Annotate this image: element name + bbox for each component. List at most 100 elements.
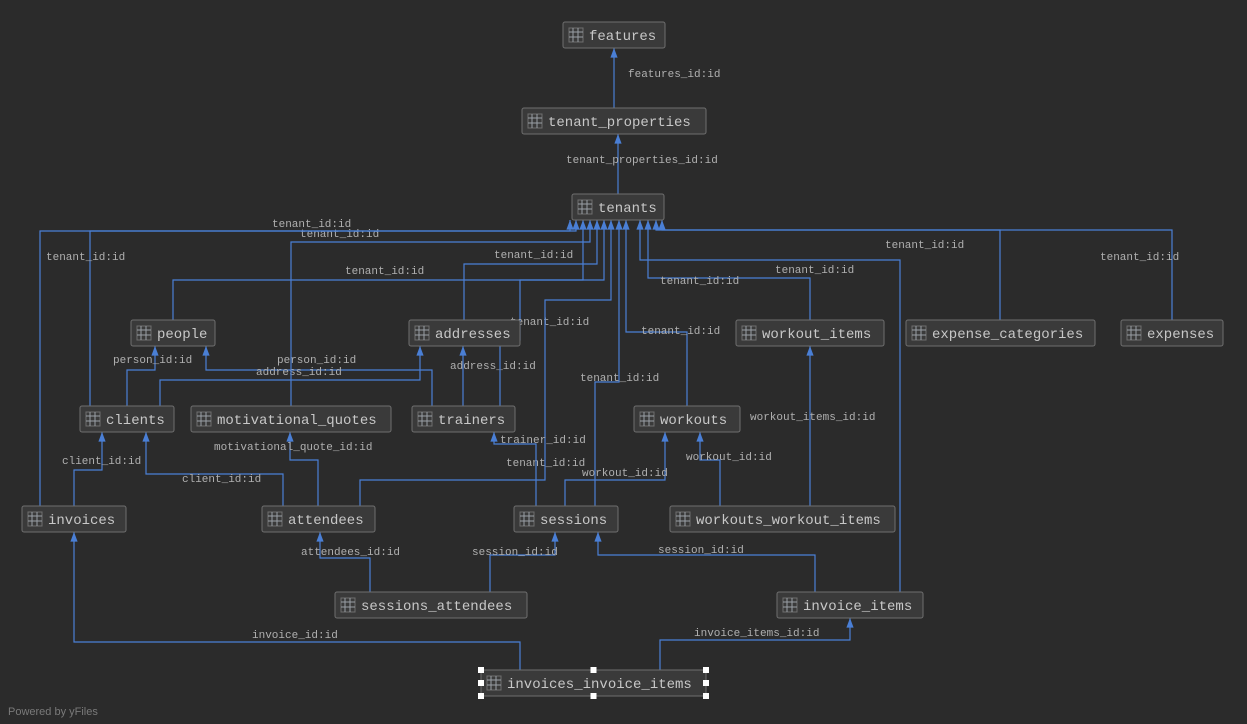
table-node-motivational_quotes[interactable]: motivational_quotes bbox=[191, 406, 391, 432]
table-node-clients[interactable]: clients bbox=[80, 406, 174, 432]
resize-handle[interactable] bbox=[703, 693, 709, 699]
edge bbox=[595, 220, 619, 506]
table-node-invoices_invoice_items[interactable]: invoices_invoice_items bbox=[481, 670, 706, 696]
edge bbox=[74, 432, 102, 506]
arrowhead-icon bbox=[652, 220, 659, 230]
resize-handle[interactable] bbox=[703, 680, 709, 686]
table-icon bbox=[520, 512, 534, 526]
table-label: addresses bbox=[435, 327, 511, 343]
edge-label: invoice_items_id:id bbox=[694, 628, 819, 640]
table-node-sessions[interactable]: sessions bbox=[514, 506, 618, 532]
table-icon bbox=[137, 326, 151, 340]
table-node-invoices[interactable]: invoices bbox=[22, 506, 126, 532]
edge bbox=[464, 220, 597, 320]
table-icon bbox=[268, 512, 282, 526]
table-icon bbox=[640, 412, 654, 426]
arrowhead-icon bbox=[594, 532, 601, 542]
table-node-expenses[interactable]: expenses bbox=[1121, 320, 1223, 346]
table-icon bbox=[86, 412, 100, 426]
edge-label: address_id:id bbox=[256, 367, 342, 379]
arrowhead-icon bbox=[658, 220, 665, 230]
table-icon bbox=[487, 676, 501, 690]
edge-label: client_id:id bbox=[62, 456, 141, 468]
table-node-workout_items[interactable]: workout_items bbox=[736, 320, 884, 346]
diagram-canvas[interactable]: features_id:idtenant_properties_id:idten… bbox=[0, 0, 1247, 724]
edge bbox=[662, 220, 1172, 320]
table-node-trainers[interactable]: trainers bbox=[412, 406, 515, 432]
edge-label: tenant_id:id bbox=[494, 250, 573, 262]
table-label: expense_categories bbox=[932, 327, 1083, 343]
arrowhead-icon bbox=[615, 220, 622, 230]
edge-label: person_id:id bbox=[113, 355, 192, 367]
table-label: people bbox=[157, 327, 207, 343]
edge-label: session_id:id bbox=[658, 545, 744, 557]
table-icon bbox=[418, 412, 432, 426]
edge bbox=[700, 432, 720, 506]
table-label: workouts bbox=[660, 413, 727, 429]
arrowhead-icon bbox=[572, 220, 579, 230]
edge-label: address_id:id bbox=[450, 361, 536, 373]
arrowhead-icon bbox=[202, 346, 209, 356]
table-node-attendees[interactable]: attendees bbox=[262, 506, 375, 532]
edge-label: motivational_quote_id:id bbox=[214, 442, 372, 454]
table-label: attendees bbox=[288, 513, 364, 529]
table-node-addresses[interactable]: addresses bbox=[409, 320, 520, 346]
table-label: sessions_attendees bbox=[361, 599, 512, 615]
resize-handle[interactable] bbox=[591, 667, 597, 673]
arrowhead-icon bbox=[579, 220, 586, 230]
table-icon bbox=[676, 512, 690, 526]
resize-handle[interactable] bbox=[478, 667, 484, 673]
edge-label: tenant_id:id bbox=[641, 326, 720, 338]
resize-handle[interactable] bbox=[703, 667, 709, 673]
resize-handle[interactable] bbox=[478, 693, 484, 699]
table-label: trainers bbox=[438, 413, 505, 429]
edge-label: features_id:id bbox=[628, 69, 720, 81]
table-node-expense_categories[interactable]: expense_categories bbox=[906, 320, 1095, 346]
table-label: tenant_properties bbox=[548, 115, 691, 131]
edge-label: tenant_id:id bbox=[775, 265, 854, 277]
edge bbox=[320, 532, 370, 592]
edge bbox=[490, 532, 555, 592]
arrowhead-icon bbox=[142, 432, 149, 442]
arrowhead-icon bbox=[610, 48, 617, 58]
arrowhead-icon bbox=[696, 432, 703, 442]
edge-label: person_id:id bbox=[277, 355, 356, 367]
edge bbox=[598, 532, 815, 592]
footer-credit: Powered by yFiles bbox=[8, 706, 98, 718]
table-node-sessions_attendees[interactable]: sessions_attendees bbox=[335, 592, 527, 618]
arrowhead-icon bbox=[600, 220, 607, 230]
edge-label: tenant_id:id bbox=[885, 240, 964, 252]
table-node-people[interactable]: people bbox=[131, 320, 215, 346]
table-icon bbox=[1127, 326, 1141, 340]
table-node-features[interactable]: features bbox=[563, 22, 665, 48]
resize-handle[interactable] bbox=[478, 680, 484, 686]
table-icon bbox=[569, 28, 583, 42]
arrowhead-icon bbox=[614, 134, 621, 144]
table-icon bbox=[197, 412, 211, 426]
table-node-tenant_properties[interactable]: tenant_properties bbox=[522, 108, 706, 134]
arrowhead-icon bbox=[636, 220, 643, 230]
edge-label: client_id:id bbox=[182, 474, 261, 486]
table-label: clients bbox=[106, 413, 165, 429]
edge-label: tenant_id:id bbox=[46, 252, 125, 264]
table-node-workouts_workout_items[interactable]: workouts_workout_items bbox=[670, 506, 895, 532]
resize-handle[interactable] bbox=[591, 693, 597, 699]
edge-label: tenant_id:id bbox=[660, 276, 739, 288]
arrowhead-icon bbox=[459, 346, 466, 356]
table-node-workouts[interactable]: workouts bbox=[634, 406, 740, 432]
edge-label: tenant_id:id bbox=[580, 373, 659, 385]
table-node-tenants[interactable]: tenants bbox=[572, 194, 664, 220]
table-icon bbox=[528, 114, 542, 128]
edges-layer: features_id:idtenant_properties_id:idten… bbox=[40, 48, 1179, 670]
table-label: workouts_workout_items bbox=[696, 513, 881, 529]
nodes-layer: features tenant_propertiestenants people ad… bbox=[22, 22, 1223, 696]
arrowhead-icon bbox=[70, 532, 77, 542]
edge-label: tenant_properties_id:id bbox=[566, 155, 718, 167]
edge-label: tenant_id:id bbox=[510, 317, 589, 329]
table-node-invoice_items[interactable]: invoice_items bbox=[777, 592, 923, 618]
arrowhead-icon bbox=[416, 346, 423, 356]
edge-label: session_id:id bbox=[472, 547, 558, 559]
table-icon bbox=[912, 326, 926, 340]
edge bbox=[660, 618, 850, 670]
table-label: tenants bbox=[598, 201, 657, 217]
